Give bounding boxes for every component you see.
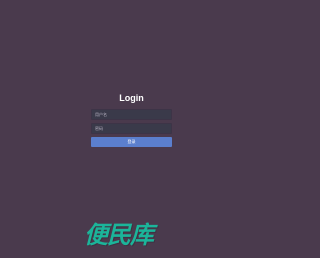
login-title: Login — [119, 93, 144, 103]
login-form: Login 登录 — [91, 92, 172, 147]
login-button[interactable]: 登录 — [91, 137, 172, 147]
username-input[interactable] — [91, 109, 172, 120]
password-input[interactable] — [91, 123, 172, 134]
watermark-logo: 便民库 — [84, 221, 154, 249]
